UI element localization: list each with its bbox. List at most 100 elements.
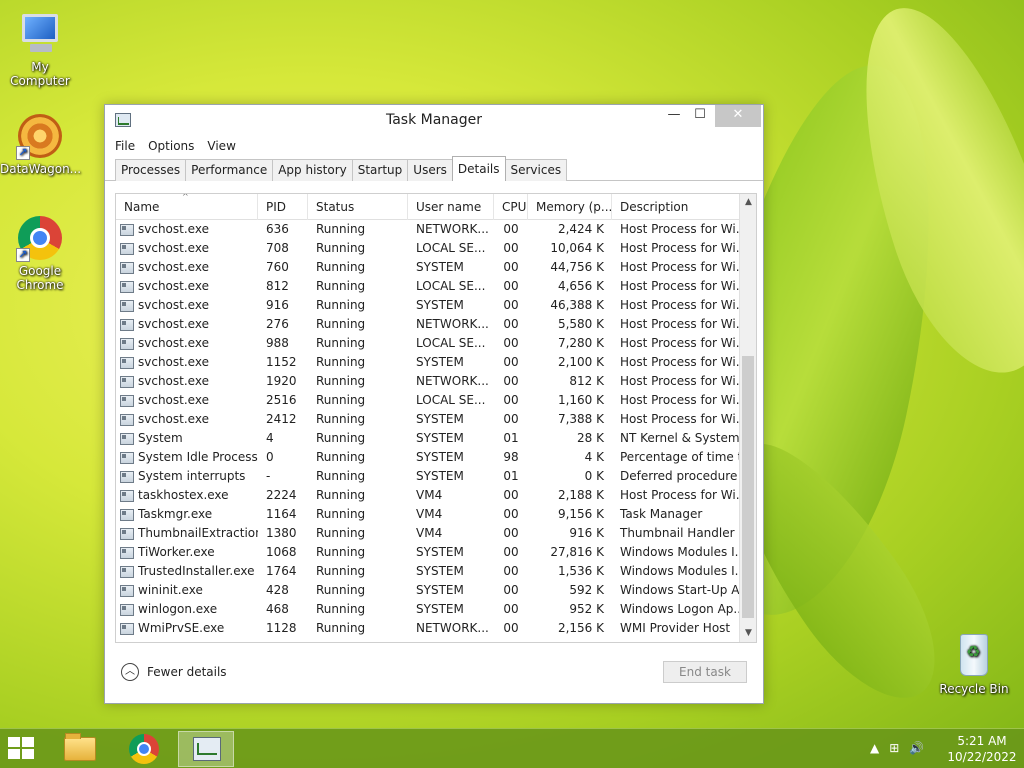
clock-time: 5:21 AM (957, 734, 1007, 748)
tab-performance[interactable]: Performance (185, 159, 274, 181)
process-description: Host Process for Wi... (620, 412, 740, 426)
fewer-details-button[interactable]: ︿ Fewer details (121, 663, 227, 681)
process-name-text: svchost.exe (138, 393, 209, 407)
table-row[interactable]: svchost.exe 2516 Running LOCAL SE... 00 1,160… (116, 391, 740, 410)
column-header-cpu[interactable]: CPU (494, 194, 528, 220)
tab-users[interactable]: Users (407, 159, 453, 181)
process-description: Thumbnail Handler ... (620, 526, 740, 540)
table-row[interactable]: svchost.exe 1920 Running NETWORK... 00 812 K H… (116, 372, 740, 391)
menu-view[interactable]: View (207, 139, 235, 153)
details-table: ^ Name PID Status User name CPU Memory (… (115, 193, 757, 643)
table-row[interactable]: svchost.exe 916 Running SYSTEM 00 46,388 K Hos… (116, 296, 740, 315)
column-header-status[interactable]: Status (308, 194, 408, 220)
process-memory: 27,816 K (550, 545, 604, 559)
process-icon (120, 337, 134, 350)
scroll-thumb[interactable] (742, 356, 754, 618)
task-manager-icon (193, 737, 221, 761)
table-row[interactable]: svchost.exe 760 Running SYSTEM 00 44,756 K Hos… (116, 258, 740, 277)
chevron-up-icon: ︿ (121, 663, 139, 681)
table-row[interactable]: svchost.exe 636 Running NETWORK... 00 2,424 K… (116, 220, 740, 239)
table-row[interactable]: TrustedInstaller.exe 1764 Running SYSTEM 00 1… (116, 562, 740, 581)
process-description: WMI Provider Host (620, 621, 731, 635)
menu-file[interactable]: File (115, 139, 135, 153)
process-memory: 9,156 K (557, 507, 604, 521)
column-header-description[interactable]: Description (612, 194, 740, 220)
process-status: Running (316, 222, 366, 236)
desktop-icon-datawagon[interactable]: ↗ DataWagon... (0, 112, 81, 176)
process-description: Host Process for Wi... (620, 488, 740, 502)
table-row[interactable]: svchost.exe 2412 Running SYSTEM 00 7,388 K Hos… (116, 410, 740, 429)
table-row[interactable]: System interrupts - Running SYSTEM 01 0 K Defe… (116, 467, 740, 486)
table-row[interactable]: svchost.exe 708 Running LOCAL SE... 00 10,064… (116, 239, 740, 258)
table-row[interactable]: svchost.exe 276 Running NETWORK... 00 5,580 K… (116, 315, 740, 334)
tab-startup[interactable]: Startup (351, 159, 409, 181)
process-user: SYSTEM (416, 564, 464, 578)
desktop-icon-my-computer[interactable]: My Computer (0, 10, 80, 88)
taskbar-file-explorer[interactable] (52, 731, 108, 767)
table-row[interactable]: WmiPrvSE.exe 1128 Running NETWORK... 00 2,156… (116, 619, 740, 638)
table-row[interactable]: svchost.exe 1152 Running SYSTEM 00 2,100 K Hos… (116, 353, 740, 372)
table-row[interactable]: TiWorker.exe 1068 Running SYSTEM 00 27,816 K W… (116, 543, 740, 562)
tab-app-history[interactable]: App history (272, 159, 353, 181)
process-name-text: winlogon.exe (138, 602, 218, 616)
process-cpu: 00 (503, 545, 519, 559)
close-button[interactable]: ✕ (715, 105, 761, 127)
process-icon (120, 375, 134, 388)
taskbar-task-manager[interactable] (178, 731, 234, 767)
process-user: LOCAL SE... (416, 393, 486, 407)
table-row[interactable]: svchost.exe 812 Running LOCAL SE... 00 4,656 … (116, 277, 740, 296)
process-user: SYSTEM (416, 431, 464, 445)
menu-options[interactable]: Options (148, 139, 194, 153)
table-row[interactable]: taskhostex.exe 2224 Running VM4 00 2,188 K Hos… (116, 486, 740, 505)
column-header-user-name[interactable]: User name (408, 194, 494, 220)
start-button[interactable] (8, 737, 38, 761)
process-pid: 1764 (266, 564, 297, 578)
network-icon[interactable]: ⊞ (889, 741, 899, 755)
process-icon (120, 432, 134, 445)
table-row[interactable]: System 4 Running SYSTEM 01 28 K NT Kernel & Sy… (116, 429, 740, 448)
process-description: Host Process for Wi... (620, 222, 740, 236)
tab-processes[interactable]: Processes (115, 159, 187, 181)
process-pid: 0 (266, 450, 274, 464)
maximize-button[interactable]: ☐ (687, 105, 713, 127)
table-row[interactable]: System Idle Process 0 Running SYSTEM 98 4 K Pe… (116, 448, 740, 467)
process-icon (120, 470, 134, 483)
tab-services[interactable]: Services (504, 159, 568, 181)
column-header-pid[interactable]: PID (258, 194, 308, 220)
table-row[interactable]: svchost.exe 988 Running LOCAL SE... 00 7,280 … (116, 334, 740, 353)
column-header-memory[interactable]: Memory (p... (528, 194, 612, 220)
process-memory: 44,756 K (550, 260, 604, 274)
scroll-down-arrow-icon[interactable]: ▼ (740, 625, 756, 642)
process-status: Running (316, 279, 366, 293)
show-hidden-icons-icon[interactable]: ▲ (870, 741, 879, 755)
process-cpu: 00 (503, 241, 519, 255)
vertical-scrollbar[interactable]: ▲ ▼ (739, 194, 756, 642)
taskbar-chrome[interactable] (116, 731, 172, 767)
scroll-up-arrow-icon[interactable]: ▲ (740, 194, 756, 211)
minimize-button[interactable]: — (661, 105, 687, 127)
process-name-text: Taskmgr.exe (138, 507, 213, 521)
process-pid: 1152 (266, 355, 297, 369)
tab-details[interactable]: Details (451, 156, 506, 181)
process-status: Running (316, 260, 366, 274)
process-description: Host Process for Wi... (620, 279, 740, 293)
end-task-button[interactable]: End task (663, 661, 747, 683)
process-status: Running (316, 469, 366, 483)
volume-icon[interactable]: 🔊 (909, 741, 924, 755)
process-name: Taskmgr.exe (116, 505, 258, 524)
process-icon (120, 356, 134, 369)
table-row[interactable]: winlogon.exe 468 Running SYSTEM 00 952 K Windo… (116, 600, 740, 619)
desktop-icon-recycle-bin[interactable]: Recycle Bin (934, 632, 1014, 696)
desktop-icon-google-chrome[interactable]: ↗ Google Chrome (0, 214, 80, 292)
process-memory: 812 K (569, 374, 604, 388)
table-row[interactable]: Taskmgr.exe 1164 Running VM4 00 9,156 K Task M… (116, 505, 740, 524)
process-memory: 0 K (584, 469, 604, 483)
clock[interactable]: 5:21 AM 10/22/2022 (944, 733, 1020, 765)
process-pid: 1068 (266, 545, 297, 559)
table-row[interactable]: wininit.exe 428 Running SYSTEM 00 592 K Window… (116, 581, 740, 600)
process-icon (120, 527, 134, 540)
table-row[interactable]: ThumbnailExtraction... 1380 Running VM4 00 91… (116, 524, 740, 543)
process-user: VM4 (416, 488, 443, 502)
process-name-text: wininit.exe (138, 583, 203, 597)
title-bar[interactable]: Task Manager — ☐ ✕ (105, 105, 763, 135)
